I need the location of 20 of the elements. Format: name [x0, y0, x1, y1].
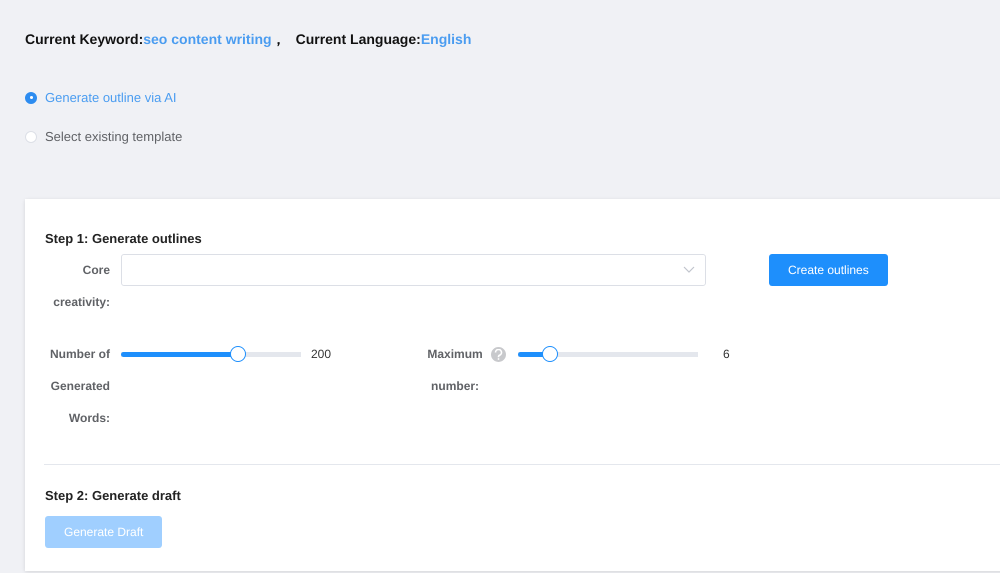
create-outlines-button[interactable]: Create outlines [769, 254, 888, 286]
slider-label: Number of Generated Words: [49, 346, 110, 427]
keyword-value: seo content writing [143, 31, 272, 47]
slider-value: 6 [723, 346, 730, 363]
radio-option[interactable]: Generate outline via AI [25, 90, 975, 105]
slider-label: Maximum number: [426, 346, 484, 395]
step-title: Step 1: Generate outlines [45, 231, 203, 246]
field-label: Core creativity: [52, 262, 110, 311]
separator: ， [272, 31, 286, 47]
language-label: Current Language: [296, 31, 421, 47]
slider-value: 200 [311, 346, 332, 363]
radio-option[interactable]: Select existing template [25, 129, 975, 144]
select-field[interactable] [121, 254, 706, 286]
step-title: Step 2: Generate draft [45, 488, 182, 503]
language-value: English [420, 31, 472, 47]
slider-thumb[interactable] [542, 346, 558, 362]
keyword-label: Current Keyword: [25, 31, 144, 47]
slider-thumb[interactable] [230, 346, 246, 362]
chevron-down-icon [683, 266, 695, 274]
help-icon[interactable] [491, 347, 506, 362]
